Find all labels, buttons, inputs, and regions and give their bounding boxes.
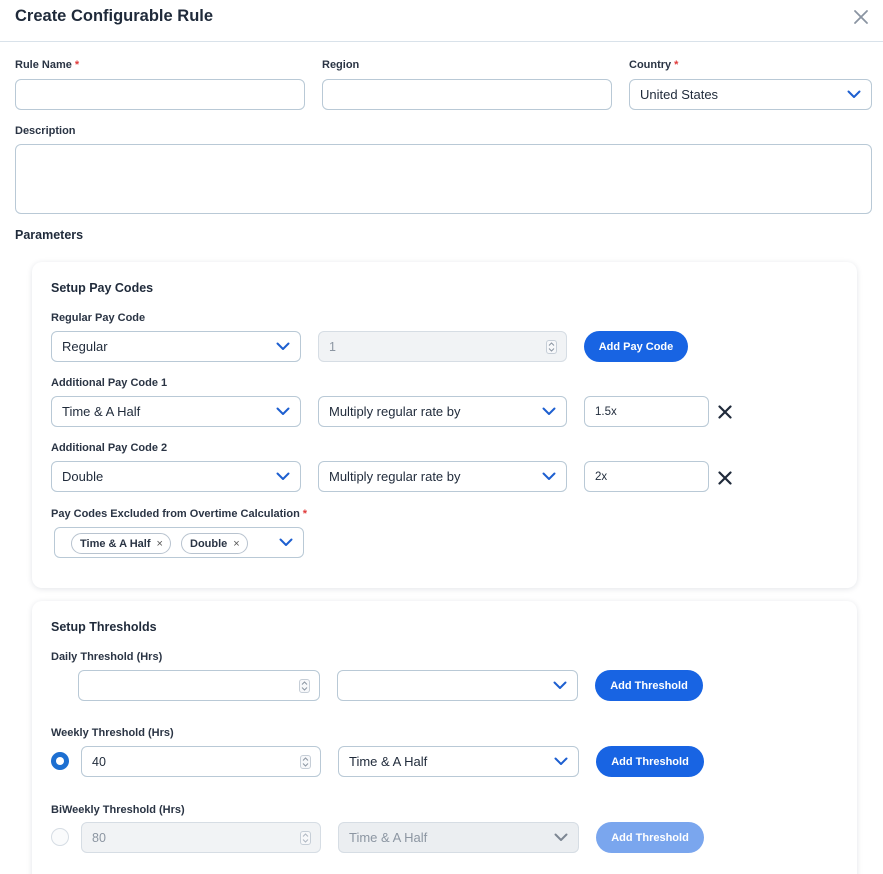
add-daily-threshold-button[interactable]: Add Threshold [595, 670, 703, 701]
description-textarea[interactable] [15, 144, 872, 214]
biweekly-threshold-input [82, 823, 320, 852]
regular-quantity-input [319, 332, 566, 361]
daily-threshold-code-select[interactable] [337, 670, 578, 701]
additional-pay-code-1-method-value: Multiply regular rate by [329, 404, 461, 419]
chevron-down-icon [276, 407, 290, 415]
remove-icon[interactable] [718, 405, 732, 419]
add-weekly-threshold-button[interactable]: Add Threshold [596, 746, 704, 777]
regular-pay-code-value: Regular [62, 339, 108, 354]
region-label: Region [322, 59, 360, 71]
excluded-tag: Double × [181, 533, 248, 554]
additional-pay-code-1-label: Additional Pay Code 1 [51, 377, 168, 389]
tag-remove-icon[interactable]: × [157, 538, 163, 550]
country-value: United States [640, 87, 719, 102]
excluded-tag-label: Time & A Half [80, 537, 151, 550]
additional-pay-code-1-method-select[interactable]: Multiply regular rate by [318, 396, 567, 427]
chevron-down-icon [279, 538, 293, 546]
stepper-icon [546, 339, 557, 354]
parameters-heading: Parameters [15, 228, 84, 242]
daily-threshold-field[interactable] [78, 670, 320, 701]
biweekly-threshold-code-select: Time & A Half [338, 822, 579, 853]
pay-codes-title: Setup Pay Codes [51, 281, 154, 295]
daily-threshold-input[interactable] [79, 671, 319, 700]
weekly-threshold-input[interactable] [82, 747, 320, 776]
excluded-tag: Time & A Half × [71, 533, 171, 554]
additional-pay-code-1-factor-input[interactable] [585, 397, 708, 426]
chevron-down-icon [276, 472, 290, 480]
biweekly-threshold-code-value: Time & A Half [349, 830, 428, 845]
biweekly-threshold-radio[interactable] [51, 828, 69, 846]
additional-pay-code-2-method-value: Multiply regular rate by [329, 469, 461, 484]
rule-name-input[interactable] [16, 80, 304, 109]
remove-icon[interactable] [718, 471, 732, 485]
weekly-threshold-code-value: Time & A Half [349, 754, 428, 769]
country-label: Country * [629, 59, 679, 71]
rule-name-label: Rule Name * [15, 59, 80, 71]
chevron-down-icon [554, 833, 568, 841]
tag-remove-icon[interactable]: × [233, 538, 239, 550]
chevron-down-icon [276, 342, 290, 350]
chevron-down-icon [554, 757, 568, 765]
dialog-title: Create Configurable Rule [15, 7, 214, 25]
weekly-threshold-label: Weekly Threshold (Hrs) [51, 727, 174, 739]
chevron-down-icon [542, 472, 556, 480]
additional-pay-code-2-select[interactable]: Double [51, 461, 301, 492]
excluded-tag-label: Double [190, 537, 228, 550]
rule-name-field[interactable] [15, 79, 305, 110]
chevron-down-icon [553, 681, 567, 689]
weekly-threshold-code-select[interactable]: Time & A Half [338, 746, 579, 777]
weekly-threshold-radio[interactable] [51, 752, 69, 770]
regular-quantity-field [318, 331, 567, 362]
thresholds-title: Setup Thresholds [51, 620, 157, 634]
biweekly-threshold-label: BiWeekly Threshold (Hrs) [51, 804, 185, 816]
excluded-pay-codes-multiselect[interactable]: Time & A Half × Double × [54, 527, 304, 558]
region-input[interactable] [323, 80, 611, 109]
add-biweekly-threshold-button: Add Threshold [596, 822, 704, 853]
description-label: Description [15, 125, 76, 137]
add-pay-code-button[interactable]: Add Pay Code [584, 331, 688, 362]
close-icon[interactable] [852, 8, 870, 26]
header-divider [0, 41, 883, 42]
daily-threshold-label: Daily Threshold (Hrs) [51, 651, 163, 663]
country-select[interactable]: United States [629, 79, 872, 110]
excluded-pay-codes-label: Pay Codes Excluded from Overtime Calcula… [51, 508, 308, 520]
regular-pay-code-select[interactable]: Regular [51, 331, 301, 362]
chevron-down-icon [847, 90, 861, 98]
additional-pay-code-2-factor-input[interactable] [585, 462, 708, 491]
regular-pay-code-label: Regular Pay Code [51, 312, 146, 324]
chevron-down-icon [542, 407, 556, 415]
stepper-icon[interactable] [299, 678, 310, 693]
additional-pay-code-1-value: Time & A Half [62, 404, 141, 419]
weekly-threshold-field[interactable] [81, 746, 321, 777]
additional-pay-code-2-value: Double [62, 469, 104, 484]
biweekly-threshold-field [81, 822, 321, 853]
additional-pay-code-2-factor-field[interactable] [584, 461, 709, 492]
additional-pay-code-1-factor-field[interactable] [584, 396, 709, 427]
additional-pay-code-2-method-select[interactable]: Multiply regular rate by [318, 461, 567, 492]
additional-pay-code-1-select[interactable]: Time & A Half [51, 396, 301, 427]
additional-pay-code-2-label: Additional Pay Code 2 [51, 442, 168, 454]
region-field[interactable] [322, 79, 612, 110]
stepper-icon [300, 830, 311, 845]
stepper-icon[interactable] [300, 754, 311, 769]
